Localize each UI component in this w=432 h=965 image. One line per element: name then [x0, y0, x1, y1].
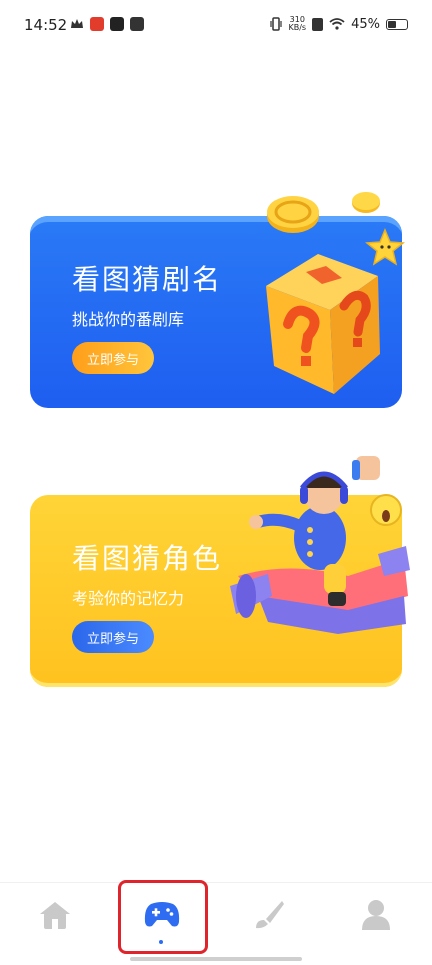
card-title: 看图猜角色: [72, 542, 223, 575]
battery-icon: [386, 18, 408, 30]
status-time: 14:52: [24, 16, 68, 34]
join-button[interactable]: 立即参与: [72, 342, 154, 374]
join-button[interactable]: 立即参与: [72, 621, 154, 653]
card-subtitle: 考验你的记忆力: [72, 589, 185, 608]
status-bar: 14:52 310 KB/s 45%: [0, 0, 432, 52]
status-right: 310 KB/s 45%: [270, 16, 408, 32]
wifi-icon: [329, 18, 345, 30]
nav-create[interactable]: [249, 895, 289, 935]
vibrate-icon: [270, 17, 283, 31]
nav-home[interactable]: [35, 895, 75, 935]
user-icon: [362, 900, 390, 930]
card-subtitle: 挑战你的番剧库: [72, 310, 185, 329]
brush-icon: [256, 901, 284, 929]
bottom-nav: [0, 882, 432, 965]
crown-icon: [71, 19, 83, 28]
notification-icons: [70, 17, 144, 31]
home-indicator[interactable]: [130, 957, 302, 961]
message-icon: [130, 17, 144, 31]
net-speed: 310 KB/s: [288, 15, 307, 32]
nav-profile[interactable]: [356, 895, 396, 935]
home-icon: [40, 902, 70, 929]
selection-highlight: [118, 880, 208, 954]
battery-level: [388, 20, 396, 28]
sim-off-icon: [312, 17, 324, 31]
tiktok-icon: [110, 17, 124, 31]
battery-percent: 45%: [351, 16, 380, 32]
app-notification-icon: [90, 17, 104, 31]
question-block-icon: [266, 192, 405, 394]
card-title: 看图猜剧名: [72, 263, 223, 296]
pilot-character-icon: [230, 456, 410, 634]
